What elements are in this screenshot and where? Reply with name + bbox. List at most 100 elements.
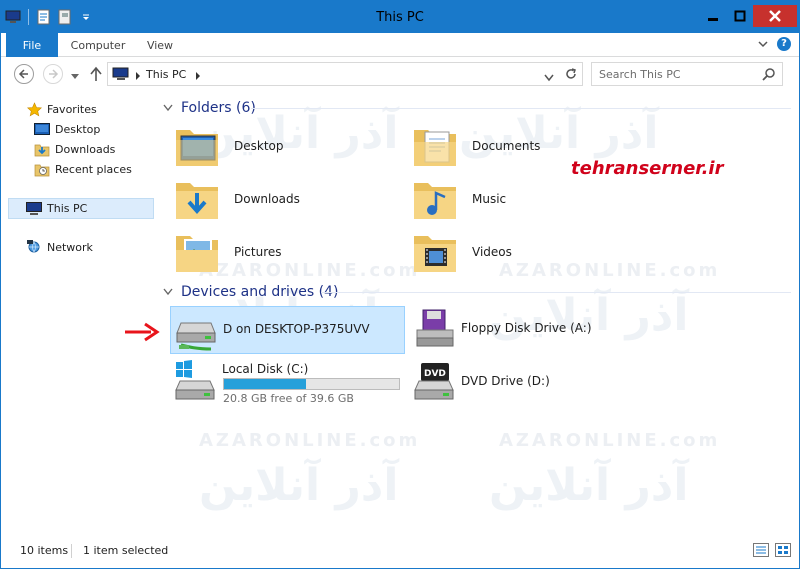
drive-local-free-space: 20.8 GB free of 39.6 GB [223, 392, 354, 405]
up-arrow-icon[interactable] [90, 66, 102, 85]
back-button[interactable] [14, 64, 34, 84]
nav-this-pc-label: This PC [47, 202, 88, 215]
drive-floppy-label: Floppy Disk Drive (A:) [461, 321, 592, 335]
minimize-button[interactable] [698, 5, 728, 27]
star-icon [26, 101, 42, 117]
drive-floppy[interactable]: Floppy Disk Drive (A:) [409, 306, 643, 354]
network-drive-icon [175, 309, 219, 353]
folder-downloads-icon [173, 175, 221, 223]
folder-music-icon [411, 175, 459, 223]
drive-dvd[interactable]: DVD DVD Drive (D:) [409, 359, 643, 407]
group-divider [251, 108, 791, 109]
nav-network-label: Network [47, 240, 93, 254]
recent-places-icon [34, 161, 50, 177]
ribbon-tabs: File Computer View ? [1, 33, 799, 57]
drive-dvd-label: DVD Drive (D:) [461, 374, 550, 388]
this-pc-icon [26, 201, 42, 217]
search-placeholder: Search This PC [599, 68, 681, 81]
nav-favorites[interactable]: Favorites [1, 99, 153, 119]
folder-pictures-icon [173, 228, 221, 276]
tab-view[interactable]: View [141, 33, 179, 57]
collapse-chevron-icon[interactable] [163, 284, 173, 300]
search-box[interactable]: Search This PC [591, 62, 783, 86]
folder-desktop-icon [173, 122, 221, 170]
details-view-icon[interactable] [753, 543, 769, 560]
drive-network-d[interactable]: D on DESKTOP-P375UVV [170, 306, 405, 354]
watermark-text: AZARONLINE.com [199, 430, 421, 451]
brand-watermark: tehranserner.ir [571, 158, 724, 179]
floppy-drive-icon [413, 308, 457, 352]
explorer-window: This PC File Computer View ? This PC Sea… [0, 0, 800, 569]
navigation-pane: Favorites Desktop Downloads Recent place… [1, 90, 159, 538]
folder-videos-label: Videos [472, 245, 512, 259]
expand-ribbon-icon[interactable] [757, 38, 769, 53]
status-separator [71, 544, 72, 558]
breadcrumb[interactable]: This PC [146, 68, 186, 81]
breadcrumb-arrow-icon[interactable] [194, 70, 202, 84]
folder-desktop-label: Desktop [234, 139, 284, 153]
item-count: 10 items [20, 544, 69, 557]
search-icon[interactable] [762, 67, 776, 84]
dvd-drive-icon: DVD [413, 361, 457, 405]
nav-desktop[interactable]: Desktop [1, 119, 153, 139]
group-title-folders: Folders (6) [181, 100, 256, 116]
nav-favorites-label: Favorites [47, 102, 97, 116]
group-divider [321, 292, 791, 293]
nav-downloads-label: Downloads [55, 142, 116, 156]
drive-local-c[interactable]: Local Disk (C:) 20.8 GB free of 39.6 GB [170, 357, 404, 405]
folder-pictures-label: Pictures [234, 245, 282, 259]
folder-music-label: Music [472, 192, 507, 206]
folder-desktop[interactable]: Desktop [173, 122, 405, 170]
maximize-button[interactable] [725, 5, 755, 27]
folder-pictures[interactable]: Pictures [173, 228, 405, 276]
navigation-bar: This PC Search This PC [1, 58, 799, 90]
disk-usage-bar [223, 378, 400, 390]
downloads-icon [34, 141, 50, 157]
folder-videos-icon [411, 228, 459, 276]
large-icons-view-icon[interactable] [775, 543, 791, 560]
local-disk-icon [174, 359, 218, 403]
drive-network-label: D on DESKTOP-P375UVV [223, 322, 370, 336]
watermark-logo: آذر آنلاین [489, 460, 689, 511]
network-icon [26, 239, 42, 255]
nav-network[interactable]: Network [1, 237, 153, 257]
nav-recent-places[interactable]: Recent places [1, 159, 153, 179]
collapse-chevron-icon[interactable] [163, 100, 173, 116]
drive-local-label: Local Disk (C:) [222, 362, 309, 376]
forward-button[interactable] [43, 64, 63, 84]
nav-downloads[interactable]: Downloads [1, 139, 153, 159]
folder-videos[interactable]: Videos [411, 228, 643, 276]
title-bar: This PC [1, 1, 799, 33]
help-icon[interactable]: ? [777, 37, 791, 51]
red-arrow-icon [123, 321, 161, 346]
tab-file[interactable]: File [6, 33, 58, 57]
folder-music[interactable]: Music [411, 175, 643, 223]
address-bar[interactable]: This PC [107, 62, 583, 86]
selection-count: 1 item selected [83, 544, 169, 557]
this-pc-icon [112, 67, 130, 85]
folder-documents-icon [411, 122, 459, 170]
breadcrumb-arrow-icon[interactable] [134, 70, 142, 84]
refresh-icon[interactable] [564, 67, 578, 84]
folder-documents-label: Documents [472, 139, 541, 153]
nav-desktop-label: Desktop [55, 122, 101, 136]
status-bar: 10 items 1 item selected [1, 538, 799, 568]
address-dropdown-icon[interactable] [544, 71, 554, 85]
disk-usage-fill [224, 379, 307, 389]
group-header-devices[interactable]: Devices and drives (4) [163, 283, 338, 301]
group-header-folders[interactable]: Folders (6) [163, 99, 256, 117]
close-button[interactable] [753, 5, 797, 27]
view-switcher [753, 543, 791, 560]
watermark-logo: آذر آنلاین [199, 460, 399, 511]
nav-this-pc[interactable]: This PC [8, 198, 154, 219]
svg-text:DVD: DVD [424, 369, 446, 379]
nav-recent-label: Recent places [55, 162, 132, 176]
group-title-devices: Devices and drives (4) [181, 284, 339, 300]
folder-downloads[interactable]: Downloads [173, 175, 405, 223]
folder-downloads-label: Downloads [234, 192, 300, 206]
tab-computer[interactable]: Computer [67, 33, 129, 57]
desktop-icon [34, 121, 50, 137]
window-title: This PC [376, 10, 424, 25]
recent-locations-icon[interactable] [70, 70, 80, 84]
watermark-text: AZARONLINE.com [499, 430, 721, 451]
